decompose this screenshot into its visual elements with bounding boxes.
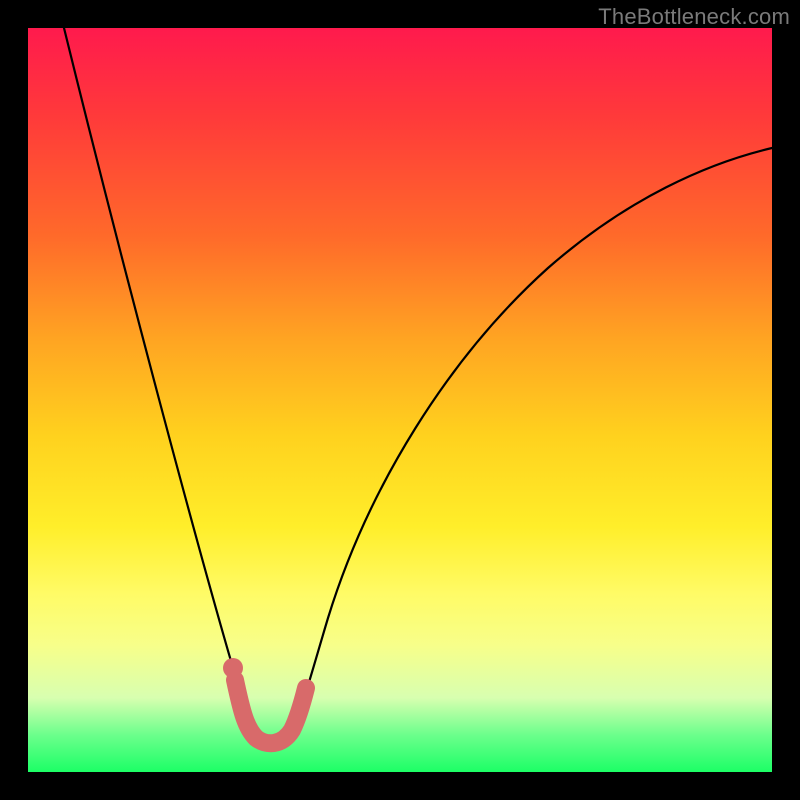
bottleneck-curve xyxy=(64,28,772,745)
chart-plot-area xyxy=(28,28,772,772)
overlay-optimal-segment xyxy=(235,680,306,743)
watermark-text: TheBottleneck.com xyxy=(598,4,790,30)
bottleneck-curve-svg xyxy=(28,28,772,772)
